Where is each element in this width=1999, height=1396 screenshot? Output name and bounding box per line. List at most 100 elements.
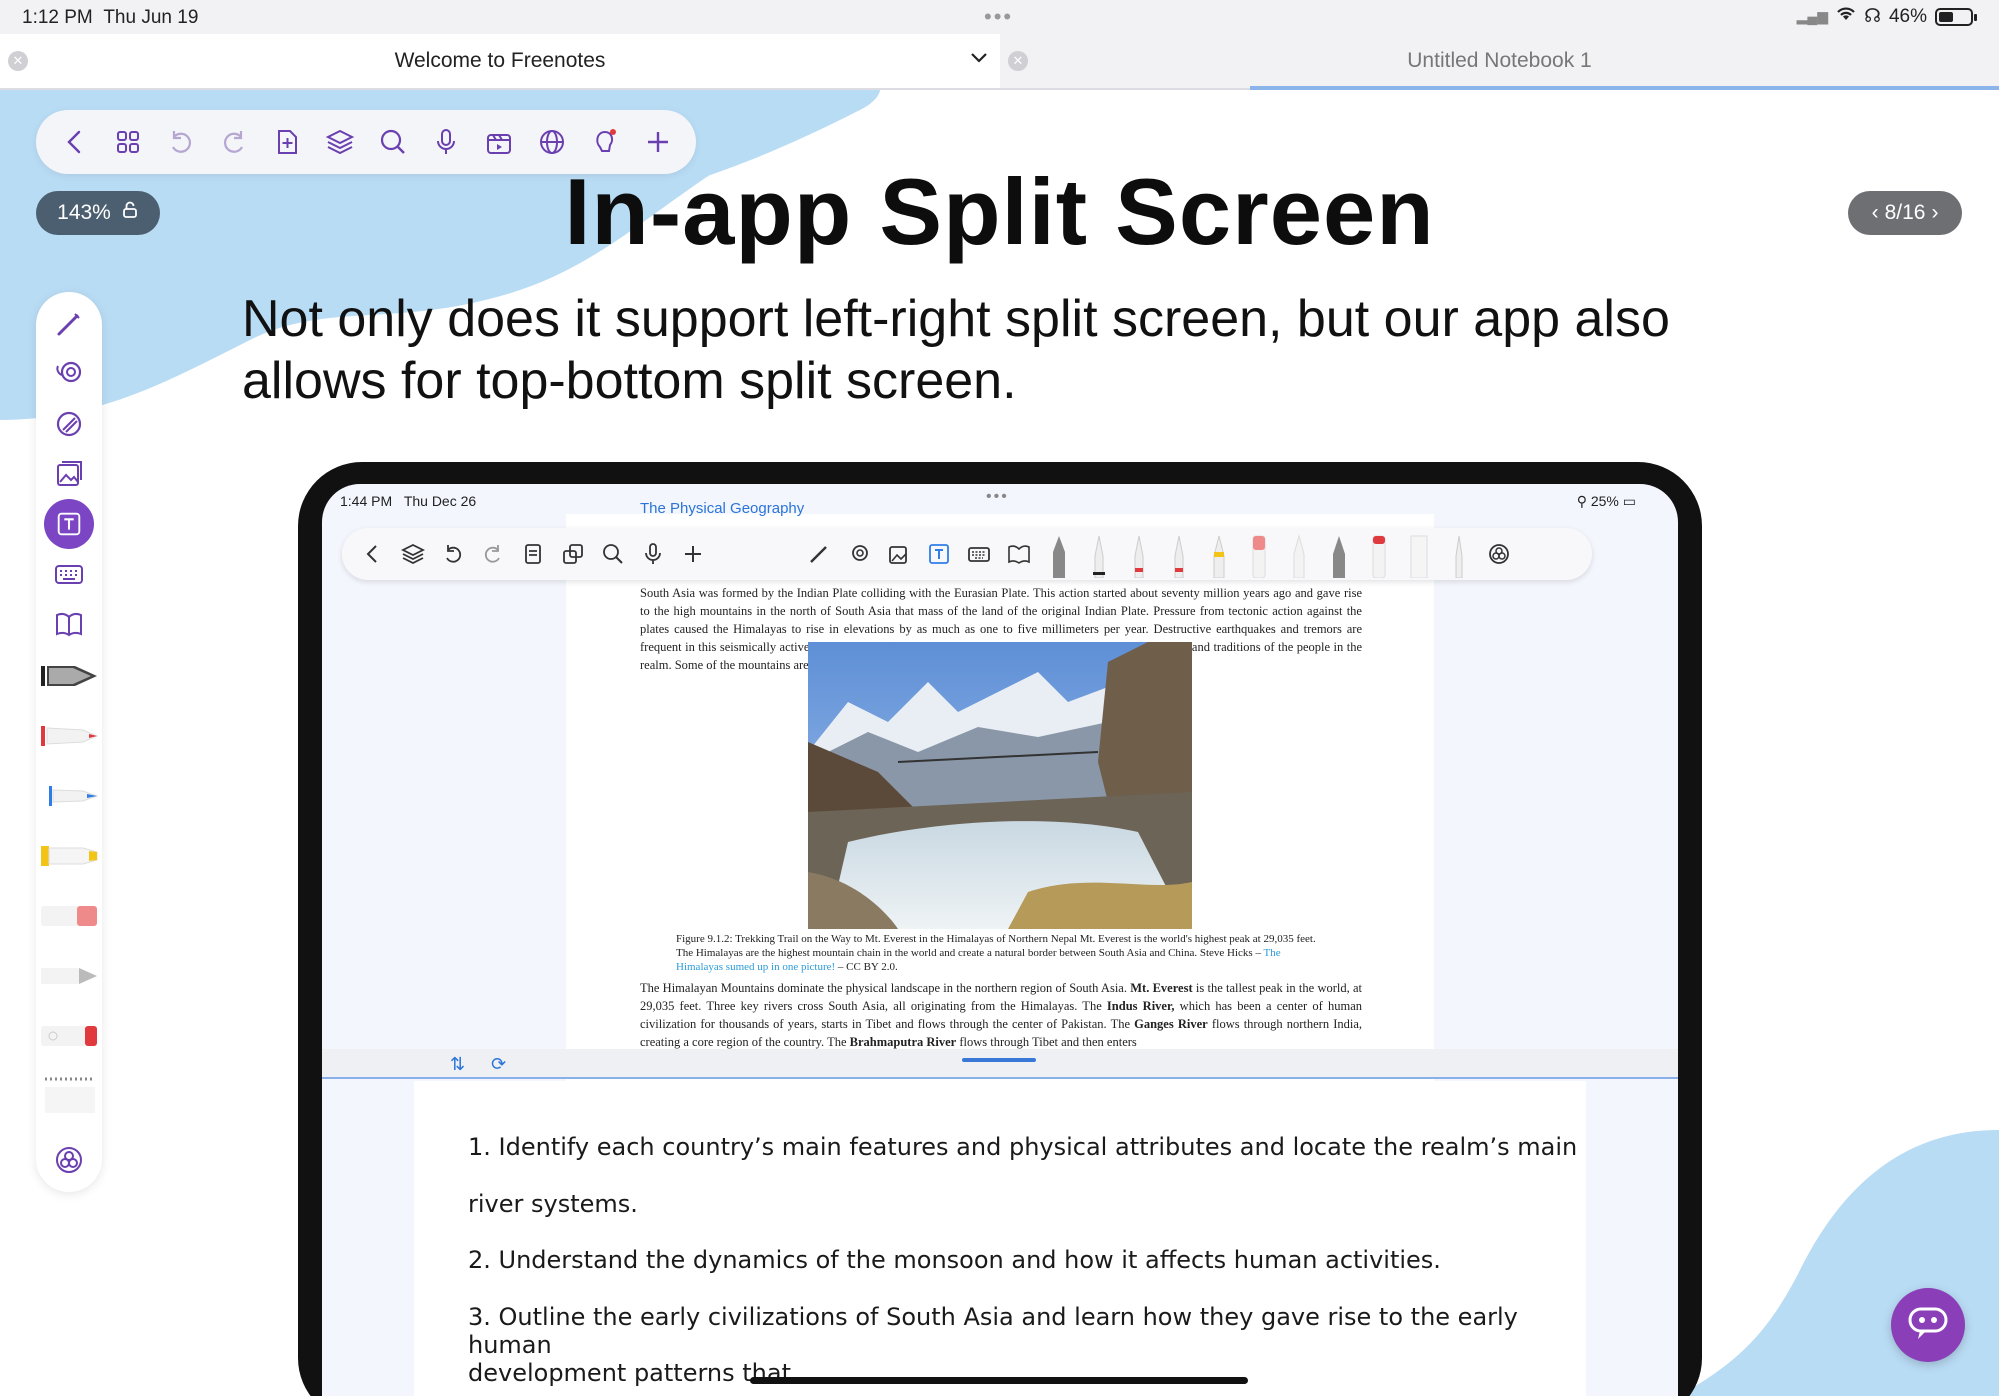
lasso-icon[interactable] [36, 352, 102, 396]
layers-icon[interactable] [318, 120, 362, 164]
book-icon[interactable] [36, 602, 102, 646]
red-eraser-icon[interactable] [36, 1016, 102, 1056]
pen-icon[interactable] [36, 302, 102, 346]
page-navigator[interactable]: ‹ 8/16 › [1848, 191, 1962, 235]
tab-label: Welcome to Freenotes [394, 49, 606, 72]
color-palette-icon [1482, 537, 1516, 571]
note-line-4: 3. Outline the early civilizations of So… [468, 1303, 1518, 1359]
undo-icon[interactable] [159, 120, 203, 164]
status-time: 1:12 PM Thu Jun 19 [22, 7, 199, 28]
black-marker-icon [1082, 530, 1116, 578]
close-tab-icon[interactable]: ✕ [8, 51, 28, 71]
fountain-pen-icon [1042, 530, 1076, 578]
red-marker-icon[interactable] [36, 716, 102, 756]
page-number: 8/16 [1884, 201, 1926, 224]
globe-icon[interactable] [530, 120, 574, 164]
yellow-highlighter-icon[interactable] [36, 836, 102, 876]
doc-paragraph-2: The Himalayan Mountains dominate the phy… [640, 981, 1363, 1049]
yellow-highlighter-icon [1202, 530, 1236, 578]
grid-icon[interactable] [106, 120, 150, 164]
link-icon [556, 537, 590, 571]
embedded-multitask-dots: ••• [986, 488, 1009, 505]
tool-sidebar [36, 292, 102, 1192]
tab-label: Untitled Notebook 1 [1407, 49, 1592, 72]
blue-marker-icon[interactable] [36, 776, 102, 816]
previous-page-icon[interactable]: ‹ [1872, 201, 1879, 225]
lasso-icon [842, 537, 876, 571]
embedded-battery: ⚲ 25% ▭ [1576, 493, 1636, 509]
headphones-icon: ☊ [1864, 6, 1881, 27]
himalaya-photo [808, 642, 1192, 929]
keyboard-icon [962, 537, 996, 571]
pen-icon [802, 537, 836, 571]
fountain-pen-icon[interactable] [36, 656, 102, 696]
status-indicators: ▂▄▆ ☊ 46% [1797, 5, 1977, 28]
red-eraser-icon [1362, 530, 1396, 578]
ruler-icon [1402, 530, 1436, 578]
embedded-doc-title: The Physical Geography [640, 500, 805, 517]
ruler-icon[interactable] [36, 1066, 102, 1126]
page-icon [516, 537, 550, 571]
pen-icon [1442, 530, 1476, 578]
main-toolbar [36, 110, 696, 174]
pencil-icon [1282, 530, 1316, 578]
add-page-icon[interactable] [265, 120, 309, 164]
chat-bubble-icon [1906, 1303, 1950, 1348]
split-controls: ⇅ ⟳ [450, 1054, 506, 1075]
close-tab-icon[interactable]: ✕ [1008, 51, 1028, 71]
next-page-icon[interactable]: › [1931, 201, 1938, 225]
color-palette-icon[interactable] [36, 1138, 102, 1182]
image-icon[interactable] [36, 452, 102, 496]
calligraphy-pen-icon [1322, 530, 1356, 578]
red-marker-icon [1122, 530, 1156, 578]
text-box-icon[interactable] [36, 496, 102, 552]
search-icon [596, 537, 630, 571]
book-icon [1002, 537, 1036, 571]
plus-icon [676, 537, 710, 571]
zoom-label: 143% [57, 201, 111, 224]
keyboard-icon[interactable] [36, 552, 102, 596]
video-icon[interactable] [477, 120, 521, 164]
embedded-toolbar [342, 528, 1592, 580]
plus-icon[interactable] [636, 120, 680, 164]
home-indicator [750, 1377, 1248, 1384]
split-drag-handle [962, 1058, 1036, 1062]
tab-welcome[interactable]: ✕ Welcome to Freenotes [0, 34, 1000, 88]
image-icon [882, 537, 916, 571]
search-icon[interactable] [371, 120, 415, 164]
redo-icon[interactable] [212, 120, 256, 164]
embedded-notebook-pane: 1. Identify each country’s main features… [414, 1081, 1586, 1396]
note-line-3: 2. Understand the dynamics of the monsoo… [468, 1246, 1441, 1274]
back-icon [356, 537, 390, 571]
undo-icon [436, 537, 470, 571]
lightbulb-icon[interactable] [583, 120, 627, 164]
layers-icon [396, 537, 430, 571]
eraser-icon[interactable] [36, 896, 102, 936]
shape-icon[interactable] [36, 402, 102, 446]
rotate-icon: ⟳ [491, 1054, 507, 1074]
tab-untitled-notebook[interactable]: ✕ Untitled Notebook 1 [1000, 34, 1999, 88]
note-line-1: 1. Identify each country’s main features… [468, 1133, 1578, 1161]
multitask-dots[interactable]: ••• [984, 4, 1013, 30]
text-box-icon [922, 537, 956, 571]
swap-vertical-icon: ⇅ [450, 1054, 466, 1074]
lock-icon [121, 201, 139, 225]
pencil-icon[interactable] [36, 956, 102, 996]
slide-subtitle: Not only does it support left-right spli… [242, 290, 1670, 410]
chat-assistant-button[interactable] [1891, 1288, 1965, 1362]
zoom-indicator[interactable]: 143% [36, 191, 160, 235]
redo-icon [476, 537, 510, 571]
microphone-icon[interactable] [424, 120, 468, 164]
note-line-2: river systems. [468, 1190, 638, 1218]
photo-caption: Figure 9.1.2: Trekking Trail on the Way … [676, 933, 1316, 973]
slide-title: In-app Split Screen [564, 159, 1435, 264]
red-pen-icon [1162, 530, 1196, 578]
embedded-status-bar: 1:44 PM Thu Dec 26 ••• ⚲ 25% ▭ [322, 484, 1678, 514]
wifi-icon [1836, 6, 1856, 28]
chevron-down-icon[interactable] [968, 46, 990, 74]
tab-bar: ✕ Welcome to Freenotes ✕ Untitled Notebo… [0, 34, 1999, 90]
note-line-5: development patterns that [468, 1359, 792, 1387]
eraser-icon [1242, 530, 1276, 578]
back-icon[interactable] [53, 120, 97, 164]
split-divider: ⇅ ⟳ [322, 1049, 1678, 1079]
